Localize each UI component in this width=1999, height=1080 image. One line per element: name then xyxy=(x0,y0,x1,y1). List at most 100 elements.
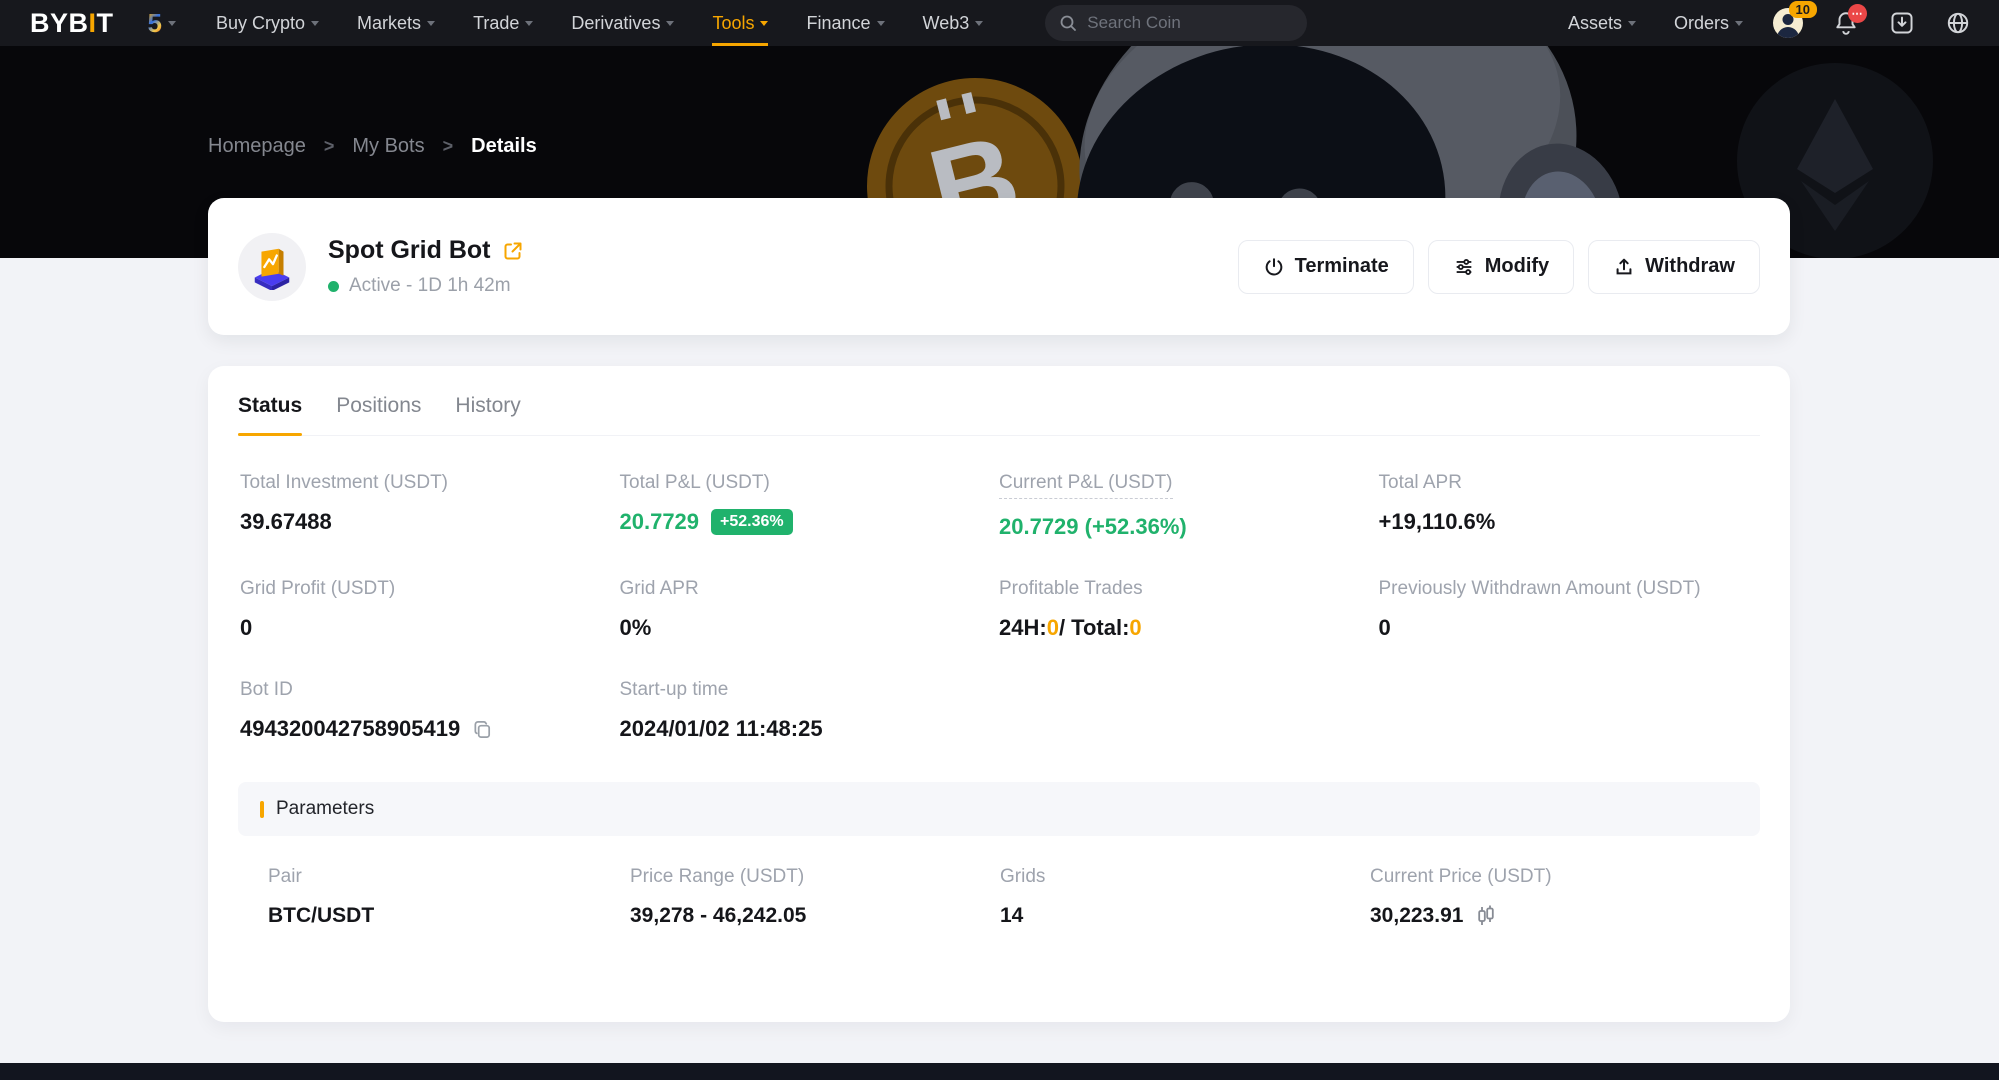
stat-current-pnl: Current P&L (USDT) 20.7729 (+52.36%) xyxy=(999,472,1379,540)
param-label: Grids xyxy=(1000,866,1045,887)
nav-item-tools[interactable]: Tools xyxy=(712,0,768,46)
detail-tabs: Status Positions History xyxy=(238,366,1760,436)
kline-chart-icon[interactable] xyxy=(1475,904,1497,928)
stat-label-tooltip[interactable]: Current P&L (USDT) xyxy=(999,472,1173,499)
stat-label: Profitable Trades xyxy=(999,578,1143,600)
nav-item-finance[interactable]: Finance xyxy=(806,0,884,46)
param-value: BTC/USDT xyxy=(268,904,630,928)
bot-status-text: Active - 1D 1h 42m xyxy=(349,275,511,297)
param-label: Pair xyxy=(268,866,302,887)
stat-startup-time: Start-up time 2024/01/02 11:48:25 xyxy=(620,679,1000,742)
nav-menu: Buy Crypto Markets Trade Derivatives Too… xyxy=(216,0,1021,46)
stat-previously-withdrawn: Previously Withdrawn Amount (USDT) 0 xyxy=(1379,578,1759,641)
power-icon xyxy=(1263,256,1285,278)
terminate-button[interactable]: Terminate xyxy=(1238,240,1414,294)
stat-grid-profit: Grid Profit (USDT) 0 xyxy=(240,578,620,641)
notification-count-badge: 10 xyxy=(1789,1,1817,18)
chevron-down-icon xyxy=(1735,21,1743,26)
anniversary-5-icon: 5 xyxy=(148,8,162,39)
nav-item-buy-crypto[interactable]: Buy Crypto xyxy=(216,0,319,46)
chevron-down-icon xyxy=(877,21,885,26)
param-price-range: Price Range (USDT) 39,278 - 46,242.05 xyxy=(630,866,1000,928)
chevron-down-icon xyxy=(168,21,176,26)
nav-item-derivatives[interactable]: Derivatives xyxy=(571,0,674,46)
parameters-section: Parameters Pair BTC/USDT Price Range (US… xyxy=(238,782,1760,928)
stat-value: 2024/01/02 11:48:25 xyxy=(620,716,1000,742)
stat-value: 0 xyxy=(1379,615,1759,641)
param-label: Price Range (USDT) xyxy=(630,866,804,887)
notifications-bell[interactable]: ⋯ xyxy=(1833,10,1859,36)
stat-value: 494320042758905419 xyxy=(240,716,460,742)
stat-value: 20.7729 xyxy=(620,509,700,535)
sliders-icon xyxy=(1453,256,1475,278)
stat-value: 20.7729 (+52.36%) xyxy=(999,514,1379,540)
breadcrumb-separator: > xyxy=(443,136,454,157)
parameters-row: Pair BTC/USDT Price Range (USDT) 39,278 … xyxy=(238,836,1760,928)
copy-icon[interactable] xyxy=(472,719,493,740)
stat-total-investment: Total Investment (USDT) 39.67488 xyxy=(240,472,620,540)
top-navigation: BYBIT 5 Buy Crypto Markets Trade Derivat… xyxy=(0,0,1999,46)
tab-history[interactable]: History xyxy=(455,394,520,435)
chevron-down-icon xyxy=(666,21,674,26)
bot-actions: Terminate Modify Withdraw xyxy=(1238,240,1760,294)
nav-item-web3[interactable]: Web3 xyxy=(923,0,984,46)
modify-button[interactable]: Modify xyxy=(1428,240,1574,294)
language-selector[interactable] xyxy=(1945,10,1971,36)
breadcrumb: Homepage > My Bots > Details xyxy=(208,135,537,158)
tab-positions[interactable]: Positions xyxy=(336,394,421,435)
bot-title: Spot Grid Bot xyxy=(328,236,490,265)
stat-label: Grid Profit (USDT) xyxy=(240,578,395,600)
chevron-down-icon xyxy=(311,21,319,26)
stat-label: Total P&L (USDT) xyxy=(620,472,770,494)
external-link-icon[interactable] xyxy=(502,240,524,262)
bot-avatar xyxy=(238,233,306,301)
param-value: 39,278 - 46,242.05 xyxy=(630,904,1000,928)
breadcrumb-homepage[interactable]: Homepage xyxy=(208,135,306,158)
search-icon xyxy=(1059,14,1077,32)
parameters-header: Parameters xyxy=(238,782,1760,836)
nav-item-trade[interactable]: Trade xyxy=(473,0,533,46)
param-value: 30,223.91 xyxy=(1370,904,1463,928)
stat-label: Bot ID xyxy=(240,679,293,701)
nav-item-markets[interactable]: Markets xyxy=(357,0,435,46)
stat-total-apr: Total APR +19,110.6% xyxy=(1379,472,1759,540)
nav-item-orders[interactable]: Orders xyxy=(1674,13,1743,34)
chevron-down-icon xyxy=(1628,21,1636,26)
profile-avatar[interactable]: 10 xyxy=(1773,8,1803,38)
nav-item-assets[interactable]: Assets xyxy=(1568,13,1636,34)
parameters-title: Parameters xyxy=(276,798,374,820)
chevron-down-icon xyxy=(525,21,533,26)
param-grids: Grids 14 xyxy=(1000,866,1370,928)
stat-label: Total Investment (USDT) xyxy=(240,472,448,494)
stat-value: 0% xyxy=(620,615,1000,641)
withdraw-button[interactable]: Withdraw xyxy=(1588,240,1760,294)
grid-bot-icon xyxy=(249,244,295,290)
alert-badge: ⋯ xyxy=(1848,4,1867,23)
breadcrumb-separator: > xyxy=(324,136,335,157)
tab-status[interactable]: Status xyxy=(238,394,302,435)
download-icon xyxy=(1889,10,1915,36)
chevron-down-icon xyxy=(760,21,768,26)
bybit-logo[interactable]: BYBIT xyxy=(30,8,114,39)
stat-label: Grid APR xyxy=(620,578,699,600)
stat-value: 0 xyxy=(240,615,620,641)
anniversary-badge[interactable]: 5 xyxy=(148,8,176,39)
param-pair: Pair BTC/USDT xyxy=(268,866,630,928)
stat-total-pnl: Total P&L (USDT) 20.7729 +52.36% xyxy=(620,472,1000,540)
footer-strip xyxy=(0,1063,1999,1080)
param-current-price: Current Price (USDT) 30,223.91 xyxy=(1370,866,1730,928)
pnl-percent-badge: +52.36% xyxy=(711,509,793,535)
status-dot xyxy=(328,281,339,292)
download-app[interactable] xyxy=(1889,10,1915,36)
status-stats-grid: Total Investment (USDT) 39.67488 Total P… xyxy=(238,472,1760,742)
chevron-down-icon xyxy=(427,21,435,26)
coin-search[interactable] xyxy=(1045,5,1307,41)
breadcrumb-my-bots[interactable]: My Bots xyxy=(352,135,424,158)
bot-meta: Spot Grid Bot Active - 1D 1h 42m xyxy=(328,236,524,297)
stat-label: Total APR xyxy=(1379,472,1462,494)
search-input[interactable] xyxy=(1087,13,1267,33)
stat-label: Start-up time xyxy=(620,679,729,701)
stat-profitable-trades: Profitable Trades 24H: 0 / Total: 0 xyxy=(999,578,1379,641)
stat-bot-id: Bot ID 494320042758905419 xyxy=(240,679,620,742)
param-label: Current Price (USDT) xyxy=(1370,866,1552,887)
